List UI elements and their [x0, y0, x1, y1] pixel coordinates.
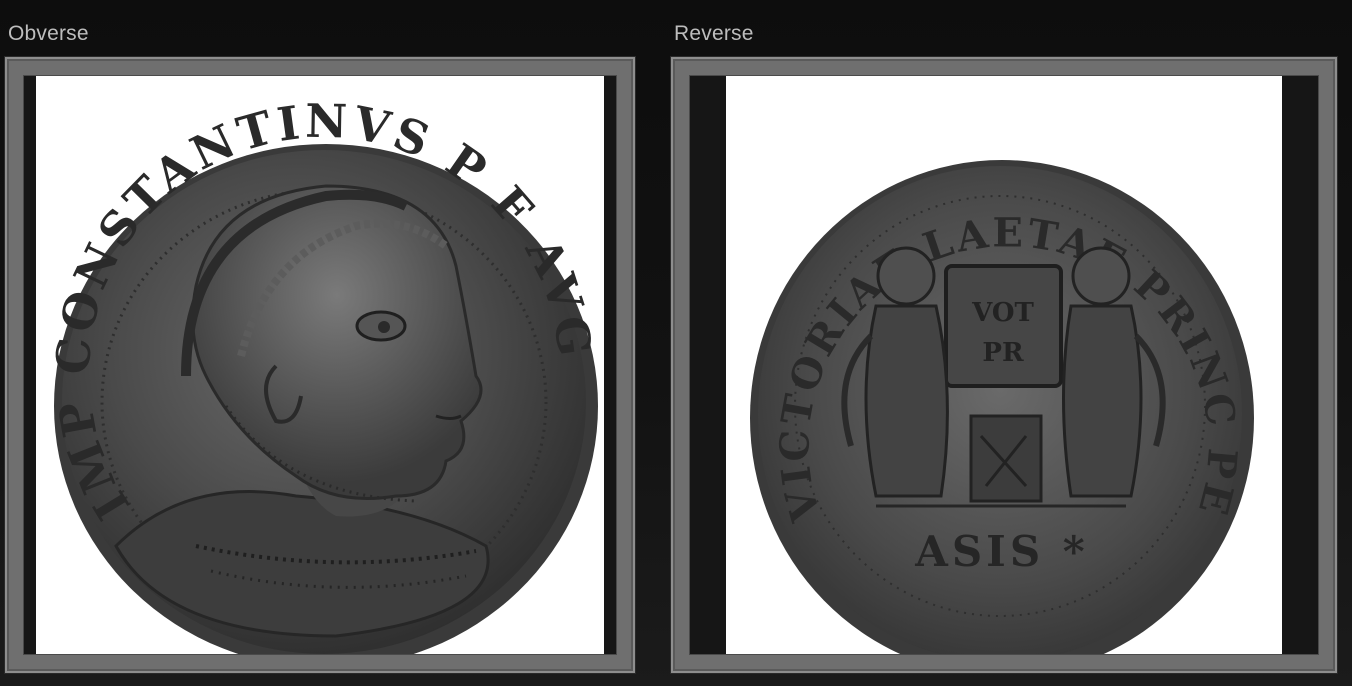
shield-text-2: PR	[982, 338, 1024, 368]
obverse-image-viewport[interactable]: IMP CONSTANTINVS P F AVG	[23, 75, 617, 655]
coin-victories-icon: VICTORIAE LAETAE PRINC PERP VOT PR	[726, 76, 1254, 654]
reverse-image-frame: VICTORIAE LAETAE PRINC PERP VOT PR	[671, 57, 1337, 673]
obverse-title: Obverse	[8, 22, 89, 45]
reverse-image-viewport[interactable]: VICTORIAE LAETAE PRINC PERP VOT PR	[689, 75, 1319, 655]
shield-text-1: VOT	[971, 298, 1034, 328]
exergue-mark: ASIS *	[914, 527, 1088, 576]
coin-bust-icon: IMP CONSTANTINVS P F AVG	[45, 94, 599, 654]
obverse-image-frame: IMP CONSTANTINVS P F AVG	[5, 57, 635, 673]
reverse-photo[interactable]: VICTORIAE LAETAE PRINC PERP VOT PR	[726, 76, 1282, 654]
obverse-photo[interactable]: IMP CONSTANTINVS P F AVG	[36, 76, 604, 654]
reverse-title: Reverse	[674, 22, 754, 45]
